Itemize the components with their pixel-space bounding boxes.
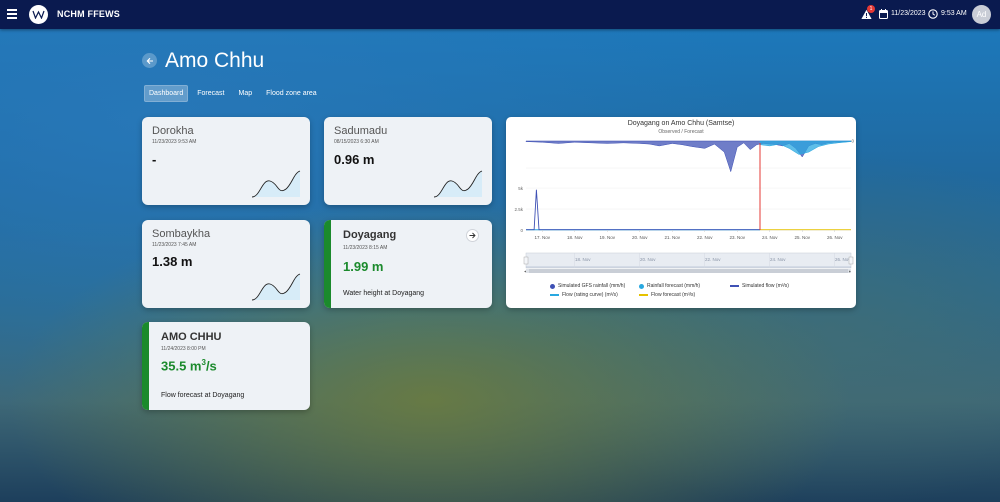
rain-y-tick-label: 0 [851, 139, 854, 144]
sparkline-chart [251, 170, 301, 198]
back-button[interactable] [142, 53, 157, 68]
tab-bar: Dashboard Forecast Map Flood zone area [144, 85, 326, 102]
hamburger-menu-icon[interactable] [7, 9, 17, 19]
legend-item-rainfall-forecast[interactable]: Rainfall forecast (mm/h) [639, 283, 700, 289]
x-tick-label: 21. Nov [664, 235, 680, 240]
x-tick-label: 19. Nov [599, 235, 615, 240]
x-tick-label: 18. Nov [567, 235, 583, 240]
legend-marker [639, 294, 648, 296]
flow-unit-suffix: /s [205, 358, 217, 374]
legend-marker [550, 294, 559, 296]
legend-label: Simulated flow (m³/s) [742, 283, 789, 289]
forecast-description: Flow forecast at Doyagang [161, 392, 245, 399]
station-card-sombaykha[interactable]: Sombaykha 11/23/2023 7:45 AM 1.38 m [142, 220, 310, 308]
station-value: 0.96 m [334, 152, 375, 167]
highlight-bar [324, 220, 331, 308]
x-tick-label: 26. Nov [827, 235, 843, 240]
legend-item-simulated-flow[interactable]: Simulated flow (m³/s) [730, 283, 789, 289]
x-tick-label: 20. Nov [632, 235, 648, 240]
station-value: 1.99 m [343, 259, 384, 274]
scroll-right-arrow-icon: ▸ [849, 269, 851, 274]
notification-count-badge: 1 [867, 5, 875, 13]
y-tick-label: 0 [520, 228, 523, 233]
open-station-button[interactable] [466, 229, 479, 242]
x-tick-label: 17. Nov [534, 235, 550, 240]
sparkline-chart [251, 273, 301, 301]
legend-marker [730, 285, 739, 287]
navigator-handle [848, 256, 854, 265]
navigator-tick-label: 18. Nov [575, 257, 591, 262]
page-title: Amo Chhu [165, 49, 265, 72]
scroll-left-arrow-icon: ◂ [524, 269, 526, 274]
forecast-timestamp: 11/24/2023 8:00 PM [161, 346, 206, 352]
legend-marker [639, 283, 644, 289]
clock-icon [928, 9, 938, 19]
legend-item-flow-rating-curve[interactable]: Flow (rating curve) (m³/s) [550, 292, 618, 298]
y-tick-label: 2.5k [514, 207, 523, 212]
navigator-tick-label: 22. Nov [705, 257, 721, 262]
series-simulated-flow [526, 189, 760, 231]
tab-forecast[interactable]: Forecast [192, 85, 229, 102]
current-date: 11/23/2023 [891, 10, 926, 17]
station-card-doyagang[interactable]: Doyagang 11/23/2023 8:15 AM 1.99 m Water… [324, 220, 492, 308]
current-time: 9:53 AM [941, 10, 967, 17]
station-name: Sadumadu [334, 125, 388, 137]
hydrograph-chart[interactable]: 5k 2.5k 0 0 17. Nov 18. Nov 19. Nov 20. Nov 21. … [506, 135, 856, 295]
app-title: NCHM FFEWS [57, 9, 120, 19]
navigator-tick-label: 20. Nov [640, 257, 656, 262]
app-logo[interactable] [29, 5, 48, 24]
station-timestamp: 08/15/2023 6:30 AM [334, 139, 379, 145]
top-app-bar: NCHM FFEWS 1 11/23/2023 9:53 AM Ad [0, 0, 1000, 29]
navigator-tick-label: 24. Nov [770, 257, 786, 262]
user-avatar[interactable]: Ad [972, 5, 991, 24]
legend-item-flow-forecast[interactable]: Flow forecast (m³/s) [639, 292, 695, 298]
station-timestamp: 11/23/2023 7:45 AM [152, 242, 197, 248]
chart-title: Doyagang on Amo Chhu (Samtse) [627, 120, 735, 127]
station-value: 1.38 m [152, 254, 193, 269]
station-card-dorokha[interactable]: Dorokha 11/23/2023 9:53 AM - [142, 117, 310, 205]
sparkline-chart [433, 170, 483, 198]
river-name: AMO CHHU [161, 331, 222, 343]
legend-label: Flow forecast (m³/s) [651, 292, 696, 298]
tab-map[interactable]: Map [233, 85, 257, 102]
legend-label: Rainfall forecast (mm/h) [647, 283, 701, 289]
logo-wave-icon [32, 10, 45, 19]
calendar-icon [879, 9, 888, 19]
y-tick-label: 5k [518, 186, 524, 191]
x-tick-label: 24. Nov [762, 235, 778, 240]
series-rainfall-forecast [759, 140, 852, 155]
station-value: - [152, 152, 157, 167]
x-tick-label: 23. Nov [729, 235, 745, 240]
flow-value-number: 35.5 m [161, 358, 202, 374]
tab-flood-zone-area[interactable]: Flood zone area [261, 85, 322, 102]
legend-label: Flow (rating curve) (m³/s) [562, 292, 618, 298]
hydrograph-chart-card: Doyagang on Amo Chhu (Samtse) Observed /… [506, 117, 856, 308]
navigator-scrollbar-thumb [529, 269, 848, 273]
legend-item-gfs-rainfall[interactable]: Simulated GFS rainfall (mm/h) [550, 283, 625, 289]
highlight-bar [142, 322, 149, 410]
x-tick-label: 25. Nov [794, 235, 810, 240]
flow-forecast-value: 35.5 m3/s [161, 358, 217, 373]
station-name: Dorokha [152, 125, 194, 137]
x-tick-label: 22. Nov [697, 235, 713, 240]
station-card-sadumadu[interactable]: Sadumadu 08/15/2023 6:30 AM 0.96 m [324, 117, 492, 205]
station-timestamp: 11/23/2023 9:53 AM [152, 139, 197, 145]
river-forecast-card-amochhu[interactable]: AMO CHHU 11/24/2023 8:00 PM 35.5 m3/s Fl… [142, 322, 310, 410]
station-name: Sombaykha [152, 228, 211, 240]
station-description: Water height at Doyagang [343, 290, 425, 297]
station-name: Doyagang [343, 229, 397, 241]
arrow-right-icon [469, 232, 476, 239]
arrow-left-icon [146, 57, 153, 64]
station-timestamp: 11/23/2023 8:15 AM [343, 245, 388, 251]
legend-marker [550, 283, 555, 289]
tab-dashboard[interactable]: Dashboard [144, 85, 189, 102]
navigator-handle [523, 256, 529, 265]
legend-label: Simulated GFS rainfall (mm/h) [558, 283, 626, 289]
